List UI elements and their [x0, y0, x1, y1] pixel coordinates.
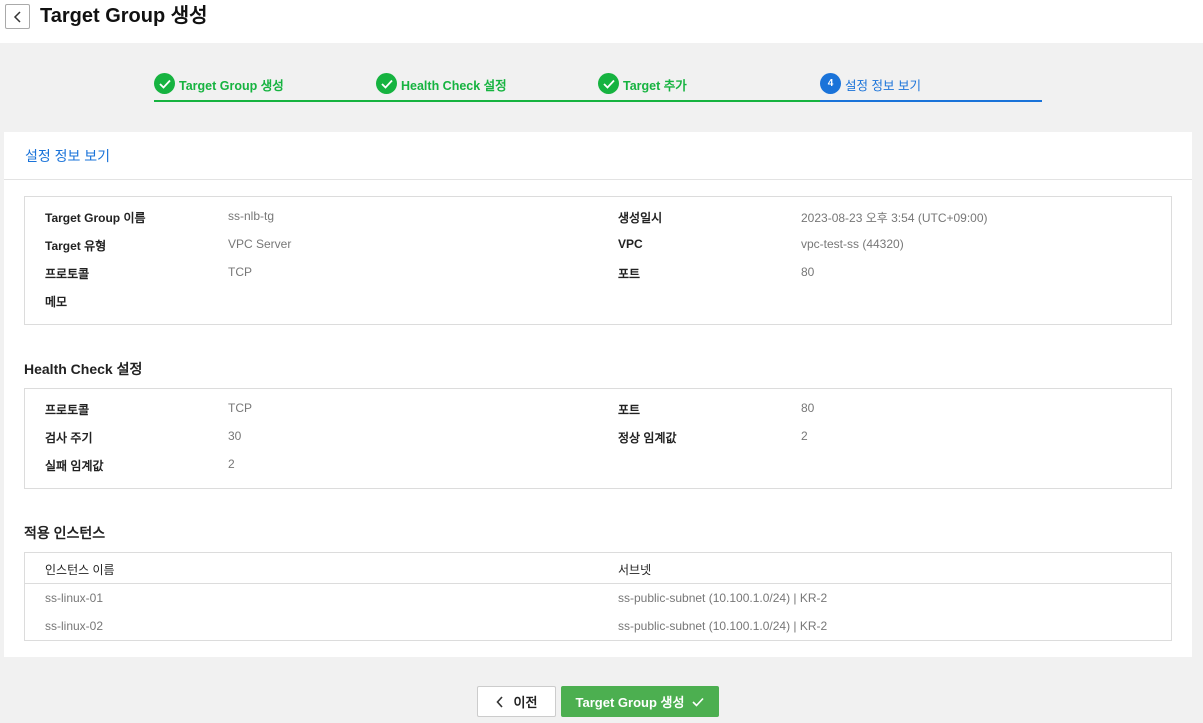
- step-review: 4 설정 정보 보기: [820, 70, 1042, 102]
- step-label: Target Group 생성: [179, 79, 284, 93]
- step-health-check: Health Check 설정: [376, 70, 598, 102]
- instance-name-cell: ss-linux-02: [45, 619, 104, 633]
- tg-created-value: 2023-08-23 오후 3:54 (UTC+09:00): [801, 211, 988, 225]
- tg-port-label: 포트: [618, 267, 641, 281]
- step-label: Target 추가: [623, 79, 687, 93]
- panel-header: 설정 정보 보기: [4, 132, 1192, 180]
- page-title: Target Group 생성: [40, 5, 208, 27]
- tg-name-value: ss-nlb-tg: [228, 209, 275, 223]
- step-progress-line: [376, 100, 598, 102]
- tg-vpc-label: VPC: [618, 237, 643, 251]
- hc-interval-label: 검사 주기: [45, 431, 93, 445]
- hc-port-value: 80: [801, 401, 815, 415]
- back-button[interactable]: [5, 4, 30, 29]
- hc-protocol-label: 프로토콜: [45, 403, 90, 417]
- tg-vpc-value: vpc-test-ss (44320): [801, 237, 904, 251]
- hc-fail-threshold-label: 실패 임계값: [45, 459, 104, 473]
- hc-protocol-value: TCP: [228, 401, 252, 415]
- step-progress-line: [820, 100, 1042, 102]
- health-check-title: Health Check 설정: [24, 361, 143, 377]
- prev-button[interactable]: 이전: [477, 686, 556, 717]
- step-progress-line: [154, 100, 376, 102]
- hc-healthy-threshold-value: 2: [801, 429, 808, 443]
- chevron-left-icon: [13, 10, 21, 23]
- hc-healthy-threshold-label: 정상 임계값: [618, 431, 677, 445]
- hc-fail-threshold-value: 2: [228, 457, 235, 471]
- check-circle-icon: [598, 73, 619, 94]
- instances-table: 인스턴스 이름 서브넷 ss-linux-01 ss-public-subnet…: [24, 552, 1172, 641]
- step-progress-line: [598, 100, 820, 102]
- tg-protocol-label: 프로토콜: [45, 267, 90, 281]
- table-header: 인스턴스 이름 서브넷: [25, 553, 1171, 584]
- tg-port-value: 80: [801, 265, 815, 279]
- target-group-info-box: Target Group 이름 ss-nlb-tg Target 유형 VPC …: [24, 196, 1172, 325]
- step-add-target: Target 추가: [598, 70, 820, 102]
- column-header-instance-name: 인스턴스 이름: [45, 563, 115, 577]
- tg-type-value: VPC Server: [228, 237, 292, 251]
- panel-title: 설정 정보 보기: [25, 148, 111, 164]
- chevron-left-icon: [495, 695, 503, 708]
- hc-port-label: 포트: [618, 403, 641, 417]
- step-number-badge: 4: [820, 73, 841, 94]
- tg-type-label: Target 유형: [45, 239, 107, 253]
- create-target-group-button[interactable]: Target Group 생성: [561, 686, 719, 717]
- step-label: 설정 정보 보기: [845, 79, 921, 93]
- health-check-box: 프로토콜 TCP 검사 주기 30 실패 임계값 2 포트 80 정상 임계값 …: [24, 388, 1172, 489]
- column-header-subnet: 서브넷: [618, 563, 652, 577]
- check-circle-icon: [376, 73, 397, 94]
- prev-button-label: 이전: [513, 695, 538, 710]
- tg-memo-label: 메모: [45, 295, 68, 309]
- review-panel: 설정 정보 보기 Target Group 이름 ss-nlb-tg Targe…: [4, 132, 1192, 657]
- instances-title: 적용 인스턴스: [24, 525, 106, 541]
- tg-created-label: 생성일시: [618, 211, 663, 225]
- instance-name-cell: ss-linux-01: [45, 591, 104, 605]
- subnet-cell: ss-public-subnet (10.100.1.0/24) | KR-2: [618, 591, 828, 605]
- step-label: Health Check 설정: [401, 79, 507, 93]
- footer-actions: 이전 Target Group 생성: [0, 686, 1203, 718]
- check-icon: [692, 697, 705, 707]
- top-bar: Target Group 생성: [0, 0, 1203, 43]
- check-circle-icon: [154, 73, 175, 94]
- tg-name-label: Target Group 이름: [45, 211, 146, 225]
- hc-interval-value: 30: [228, 429, 242, 443]
- subnet-cell: ss-public-subnet (10.100.1.0/24) | KR-2: [618, 619, 828, 633]
- stepper: Target Group 생성 Health Check 설정 Target 추…: [154, 70, 1042, 102]
- step-target-group: Target Group 생성: [154, 70, 376, 102]
- create-button-label: Target Group 생성: [575, 695, 685, 710]
- tg-protocol-value: TCP: [228, 265, 252, 279]
